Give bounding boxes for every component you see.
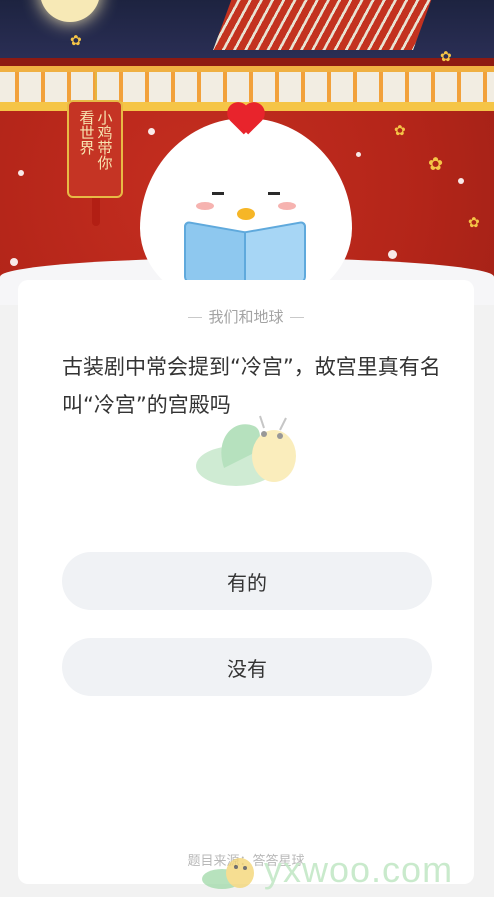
blossom-icon: ✿: [440, 49, 452, 65]
watermark-text: yxwoo.com: [264, 849, 454, 890]
snail-mascot-icon: [196, 415, 296, 486]
railing-top: [0, 66, 494, 72]
blossom-icon: ✿: [428, 154, 444, 175]
divider: [289, 317, 304, 318]
source-title: 我们和地球: [18, 306, 474, 327]
chick-blush: [278, 202, 296, 210]
snowflake-icon: [356, 152, 361, 157]
tag-text-left: 看世界: [77, 110, 96, 155]
chick-comb-icon: [222, 95, 270, 135]
tag-tassel: [92, 198, 100, 226]
header-banner: ✿ ✿ ✿ ✿ ✿ 小鸡带你 看世界: [0, 0, 494, 305]
snowflake-icon: [458, 178, 464, 184]
snowflake-icon: [148, 128, 155, 135]
chick-beak-icon: [237, 208, 255, 220]
blossom-icon: ✿: [70, 33, 82, 49]
answer-option-label: 有的: [227, 570, 267, 595]
hanging-tag: 小鸡带你 看世界: [67, 100, 123, 198]
source-title-text: 我们和地球: [208, 308, 284, 326]
snowflake-icon: [18, 170, 24, 176]
chick-eye-icon: [212, 192, 224, 195]
snowflake-icon: [388, 250, 397, 259]
palace-roof: [213, 0, 435, 50]
watermark: yxwoo.com: [200, 845, 453, 895]
snowflake-icon: [10, 258, 18, 266]
answer-option-label: 没有: [227, 656, 267, 681]
tag-text-right: 小鸡带你: [95, 110, 114, 170]
chick-blush: [196, 202, 214, 210]
blossom-icon: ✿: [468, 215, 480, 231]
watermark-logo-icon: [202, 858, 254, 889]
divider: [188, 317, 203, 318]
answer-option-yes[interactable]: 有的: [62, 552, 432, 610]
tag-string: [95, 72, 97, 100]
chick-eye-icon: [268, 192, 280, 195]
blossom-icon: ✿: [394, 123, 406, 139]
answer-option-no[interactable]: 没有: [62, 638, 432, 696]
question-card: 我们和地球 古装剧中常会提到“冷宫”，故宫里真有名叫“冷宫”的宫殿吗 有的 没有…: [18, 280, 474, 884]
